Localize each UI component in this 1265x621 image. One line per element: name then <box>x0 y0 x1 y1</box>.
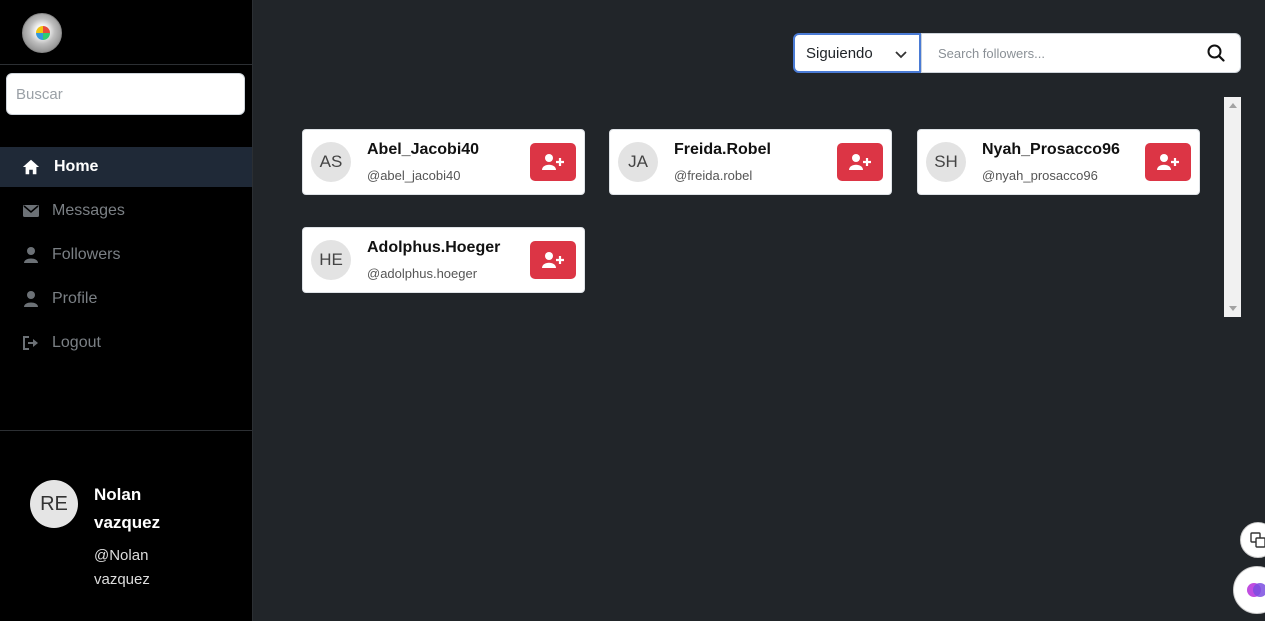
avatar: AS <box>311 142 351 182</box>
sidebar-item-followers[interactable]: Followers <box>0 235 252 275</box>
search-icon[interactable] <box>1207 44 1225 67</box>
envelope-icon <box>22 202 40 220</box>
sidebar-divider <box>0 430 252 431</box>
avatar: HE <box>311 240 351 280</box>
filter-select[interactable]: Siguiendo <box>793 33 921 73</box>
sidebar-item-label: Followers <box>52 246 121 263</box>
follower-card: AS Abel_Jacobi40 @abel_jacobi40 <box>302 129 585 195</box>
follower-name[interactable]: Freida.Robel <box>674 141 771 159</box>
followers-search <box>921 33 1241 73</box>
user-icon <box>22 246 40 264</box>
scrollbar[interactable] <box>1224 97 1241 317</box>
avatar[interactable]: RE <box>30 480 78 528</box>
sidebar-search-input[interactable] <box>6 73 245 115</box>
logo-area <box>0 0 252 65</box>
home-icon <box>22 158 40 176</box>
sidebar: Home Messages Followers Profile Logout <box>0 0 253 621</box>
follow-button[interactable] <box>1145 143 1191 181</box>
user-name: Nolan vazquez <box>94 485 161 532</box>
sidebar-item-label: Profile <box>52 290 98 307</box>
user-icon <box>22 290 40 308</box>
scroll-up-arrow[interactable] <box>1229 103 1237 108</box>
user-handle: @Nolan vazquez <box>94 547 150 588</box>
user-plus-icon <box>542 154 564 170</box>
user-plus-icon <box>849 154 871 170</box>
translate-widget[interactable] <box>1240 522 1265 558</box>
user-plus-icon <box>542 252 564 268</box>
user-plus-icon <box>1157 154 1179 170</box>
follower-name[interactable]: Nyah_Prosacco96 <box>982 141 1120 159</box>
chevron-down-icon <box>895 47 907 64</box>
sidebar-item-profile[interactable]: Profile <box>0 279 252 319</box>
logout-icon <box>22 334 40 352</box>
brain-icon <box>1247 583 1265 597</box>
sidebar-item-home[interactable]: Home <box>0 147 252 187</box>
follower-handle: @abel_jacobi40 <box>367 168 461 183</box>
scroll-down-arrow[interactable] <box>1229 306 1237 311</box>
sidebar-item-logout[interactable]: Logout <box>0 323 252 363</box>
follower-card: SH Nyah_Prosacco96 @nyah_prosacco96 <box>917 129 1200 195</box>
follower-name[interactable]: Abel_Jacobi40 <box>367 141 479 159</box>
follow-button[interactable] <box>837 143 883 181</box>
assistant-widget[interactable] <box>1233 566 1265 614</box>
search-input[interactable] <box>922 34 1192 72</box>
sidebar-item-label: Logout <box>52 334 101 351</box>
follower-card: JA Freida.Robel @freida.robel <box>609 129 892 195</box>
follower-handle: @freida.robel <box>674 168 753 183</box>
filter-select-value: Siguiendo <box>806 44 873 62</box>
translate-icon <box>1250 532 1265 548</box>
follower-handle: @adolphus.hoeger <box>367 266 478 281</box>
follower-handle: @nyah_prosacco96 <box>982 168 1098 183</box>
avatar: SH <box>926 142 966 182</box>
app-logo[interactable] <box>22 13 62 53</box>
sidebar-nav: Home Messages Followers Profile Logout <box>0 147 252 367</box>
follow-button[interactable] <box>530 143 576 181</box>
follower-name[interactable]: Adolphus.Hoeger <box>367 239 500 257</box>
avatar: JA <box>618 142 658 182</box>
sidebar-item-label: Messages <box>52 202 125 219</box>
sidebar-item-label: Home <box>54 158 99 175</box>
follow-button[interactable] <box>530 241 576 279</box>
sidebar-item-messages[interactable]: Messages <box>0 191 252 231</box>
follower-card: HE Adolphus.Hoeger @adolphus.hoeger <box>302 227 585 293</box>
